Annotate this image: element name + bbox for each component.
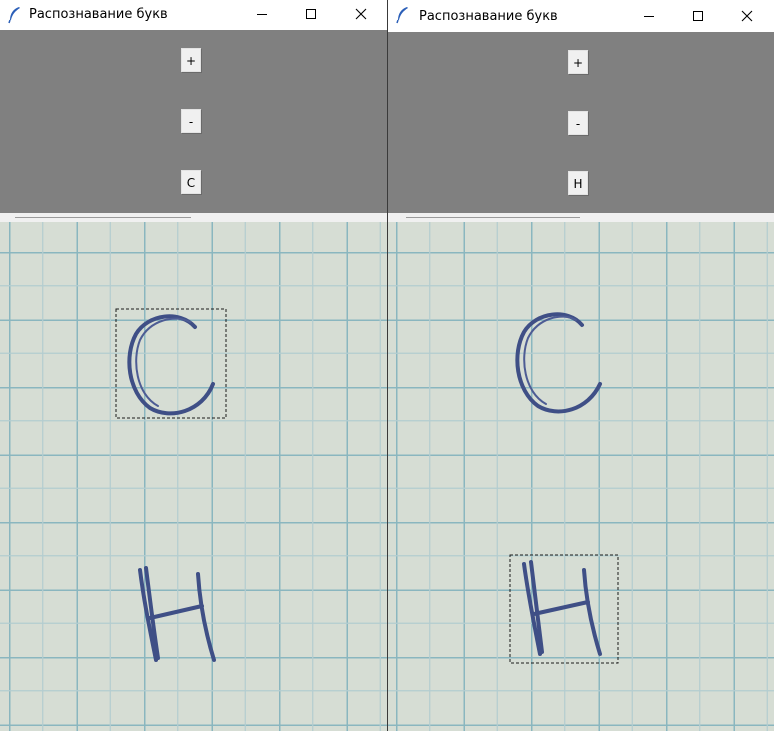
scrollbar-thumb[interactable] [406,217,580,218]
letter-button[interactable]: С [181,170,201,194]
image-canvas[interactable] [0,222,387,731]
window-title: Распознавание букв [29,7,168,22]
scrollbar-thumb[interactable] [15,217,191,218]
title-bar[interactable]: Распознавание букв [0,0,387,30]
feather-icon [8,6,22,24]
zoom-out-button[interactable]: - [568,111,588,135]
letter-button[interactable]: Н [568,171,588,195]
horizontal-scrollbar[interactable] [388,213,774,222]
control-panel: + - Н [388,32,774,213]
minimize-icon[interactable] [250,3,274,25]
app-window-right: Распознавание букв + - Н [388,0,774,731]
maximize-icon[interactable] [299,3,323,25]
grid-paper-background [0,222,387,731]
title-bar[interactable]: Распознавание букв [388,0,774,30]
minimize-icon[interactable] [637,5,661,27]
close-icon[interactable] [735,5,759,27]
grid-paper-background [388,222,774,731]
image-canvas[interactable] [388,222,774,731]
feather-icon [396,6,410,24]
control-panel: + - С [0,30,387,213]
zoom-out-button[interactable]: - [181,109,201,133]
zoom-in-button[interactable]: + [181,48,201,72]
zoom-in-button[interactable]: + [568,50,588,74]
close-icon[interactable] [349,3,373,25]
maximize-icon[interactable] [686,5,710,27]
window-title: Распознавание букв [419,9,558,24]
app-window-left: Распознавание букв + - С [0,0,387,731]
horizontal-scrollbar[interactable] [0,213,387,222]
